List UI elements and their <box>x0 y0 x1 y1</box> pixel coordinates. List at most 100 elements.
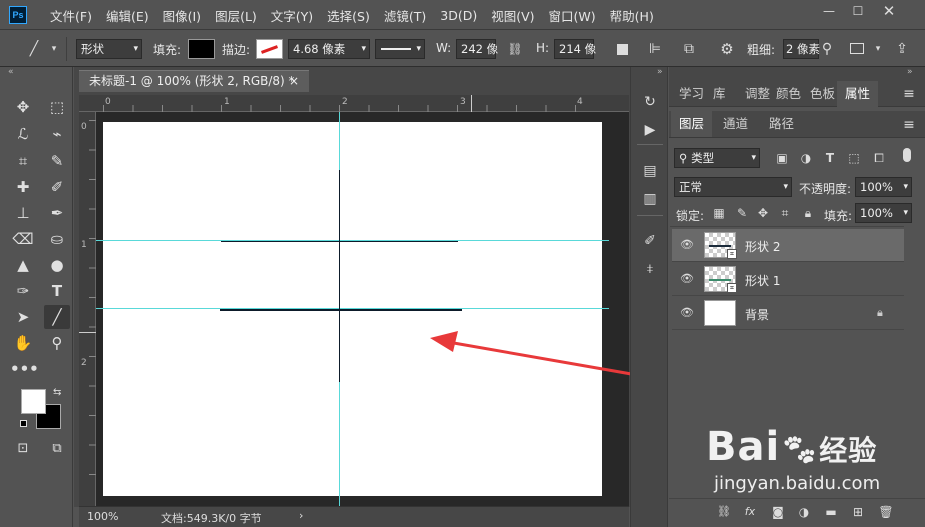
height-input[interactable]: 214 像 <box>554 39 596 59</box>
line-tool-preset-icon[interactable]: ╱ <box>24 39 44 59</box>
tab-learn[interactable]: 学习 <box>679 81 704 107</box>
layer-name[interactable]: 形状 2 <box>745 238 780 255</box>
panel-menu-icon[interactable]: ≡ <box>901 84 917 104</box>
more-tools-icon[interactable]: ••• <box>10 357 39 381</box>
stroke-type-select[interactable]: ▾ <box>375 39 425 59</box>
close-window-button[interactable]: ✕ <box>876 2 902 20</box>
opacity-input[interactable]: 100% ▾ <box>855 177 912 197</box>
tab-layers[interactable]: 图层 <box>671 111 713 137</box>
link-icon[interactable]: ⛓ <box>506 39 524 59</box>
actions-panel-icon[interactable]: ▶ <box>637 118 663 142</box>
tab-color[interactable]: 颜色 <box>776 81 801 107</box>
dodge-tool-icon[interactable]: ● <box>44 253 70 277</box>
brush-settings-icon[interactable]: ✐ <box>637 229 663 253</box>
menu-edit[interactable]: 编辑(E) <box>106 6 149 25</box>
blur-tool-icon[interactable]: ▲ <box>10 253 36 277</box>
tab-properties[interactable]: 属性 <box>837 81 879 107</box>
eye-icon[interactable]: 👁︎ <box>680 272 694 286</box>
path-operations-icon[interactable] <box>617 44 628 55</box>
layer-filter-select[interactable]: ⚲ 类型 ▾ <box>674 148 760 168</box>
filter-toggle[interactable] <box>903 148 911 162</box>
new-group-icon[interactable]: ▬ <box>823 502 839 522</box>
trash-icon[interactable]: 🗑︎ <box>878 502 894 522</box>
quick-mask-icon[interactable]: ⊡ <box>10 437 36 461</box>
chevron-down-icon[interactable]: ▾ <box>48 39 60 59</box>
line-shape-2[interactable] <box>220 309 462 311</box>
new-layer-icon[interactable]: ⊞ <box>850 502 866 522</box>
lock-all-icon[interactable]: 🔒︎ <box>800 203 816 223</box>
lock-transparency-icon[interactable]: ▦ <box>711 203 727 223</box>
menu-filter[interactable]: 滤镜(T) <box>384 6 426 25</box>
eye-icon[interactable]: 👁︎ <box>680 306 694 320</box>
gear-icon[interactable]: ⚙ <box>717 39 737 59</box>
type-filter-icon[interactable]: T <box>822 148 838 168</box>
vertical-ruler[interactable]: 0 1 2 <box>79 112 96 506</box>
path-arrangement-icon[interactable]: ⧉ <box>679 39 699 59</box>
search-icon[interactable]: ⚲ <box>818 39 836 59</box>
fill-input[interactable]: 100% ▾ <box>855 203 912 223</box>
history-brush-tool-icon[interactable]: ✒ <box>44 201 70 225</box>
fx-icon[interactable]: fx <box>742 502 758 522</box>
collapse-icon[interactable]: » <box>907 67 913 77</box>
stroke-width-input[interactable]: 4.68 像素 ▾ <box>288 39 370 59</box>
blend-mode-select[interactable]: 正常 ▾ <box>674 177 792 197</box>
tab-libraries[interactable]: 库 <box>713 81 726 107</box>
move-tool-icon[interactable]: ✥ <box>10 95 36 119</box>
line-tool-icon[interactable]: ╱ <box>44 305 70 329</box>
foreground-color-swatch[interactable] <box>21 389 46 414</box>
clone-stamp-tool-icon[interactable]: ⊥ <box>10 201 36 225</box>
paint-bucket-tool-icon[interactable]: ⛀ <box>44 227 70 251</box>
chevron-down-icon[interactable]: ▾ <box>872 39 884 59</box>
zoom-level[interactable]: 100% <box>87 510 118 523</box>
tab-paths[interactable]: 路径 <box>769 111 794 137</box>
info-panel-icon[interactable]: ▥ <box>637 187 663 211</box>
hand-tool-icon[interactable]: ✋ <box>10 331 36 355</box>
crop-tool-icon[interactable]: ⌗ <box>10 149 36 173</box>
brush-tool-icon[interactable]: ✐ <box>44 175 70 199</box>
menu-3d[interactable]: 3D(D) <box>440 8 477 23</box>
layer-name[interactable]: 背景 <box>745 306 769 323</box>
menu-select[interactable]: 选择(S) <box>327 6 370 25</box>
lasso-tool-icon[interactable]: ℒ <box>10 122 36 146</box>
menu-layer[interactable]: 图层(L) <box>215 6 257 25</box>
chevron-right-icon[interactable]: › <box>299 509 303 522</box>
line-shape-1[interactable] <box>221 241 458 242</box>
pixel-filter-icon[interactable]: ▣ <box>774 148 790 168</box>
zoom-tool-icon[interactable]: ⚲ <box>44 331 70 355</box>
type-tool-icon[interactable]: T <box>44 279 70 303</box>
screen-mode-icon[interactable]: ⧉ <box>44 437 70 461</box>
workspace-icon[interactable] <box>850 43 864 54</box>
smart-object-filter-icon[interactable]: ⧠ <box>871 148 887 168</box>
add-mask-icon[interactable]: ◙ <box>770 502 786 522</box>
weight-input[interactable]: 2 像素 <box>783 39 820 59</box>
minimize-button[interactable]: — <box>816 2 842 20</box>
collapse-icon[interactable]: « <box>8 67 14 77</box>
maximize-button[interactable]: ☐ <box>845 2 871 20</box>
layer-row[interactable]: 👁︎ 背景 🔒︎ <box>672 297 904 330</box>
menu-file[interactable]: 文件(F) <box>50 6 92 25</box>
eyedropper-tool-icon[interactable]: ✎ <box>44 149 70 173</box>
lock-artboard-icon[interactable]: ⌗ <box>777 203 793 223</box>
path-alignment-icon[interactable]: ⊫ <box>645 39 665 59</box>
menu-image[interactable]: 图像(I) <box>163 6 201 25</box>
notes-panel-icon[interactable]: ▤ <box>637 159 663 183</box>
lock-pixels-icon[interactable]: ✎ <box>734 203 750 223</box>
pen-tool-icon[interactable]: ✑ <box>10 279 36 303</box>
close-tab-icon[interactable]: × <box>289 71 299 92</box>
shape-mode-select[interactable]: 形状 ▾ <box>76 39 142 59</box>
tab-swatches[interactable]: 色板 <box>810 81 835 107</box>
shape-filter-icon[interactable]: ⬚ <box>846 148 862 168</box>
layer-name[interactable]: 形状 1 <box>745 272 780 289</box>
stroke-swatch[interactable] <box>256 39 283 59</box>
panel-menu-icon[interactable]: ≡ <box>901 115 917 135</box>
adjustment-filter-icon[interactable]: ◑ <box>798 148 814 168</box>
swap-colors-icon[interactable]: ⇆ <box>53 387 61 398</box>
layer-row[interactable]: 👁︎ ⌗ 形状 2 <box>672 229 904 262</box>
menu-help[interactable]: 帮助(H) <box>610 6 654 25</box>
collapse-icon[interactable]: » <box>657 67 663 77</box>
eraser-tool-icon[interactable]: ⌫ <box>10 227 36 251</box>
adjustments-sliders-icon[interactable]: ⧧ <box>637 257 663 281</box>
default-colors-icon[interactable] <box>20 420 27 427</box>
healing-brush-tool-icon[interactable]: ✚ <box>10 175 36 199</box>
horizontal-ruler[interactable]: 0 1 2 3 4 <box>79 95 629 112</box>
